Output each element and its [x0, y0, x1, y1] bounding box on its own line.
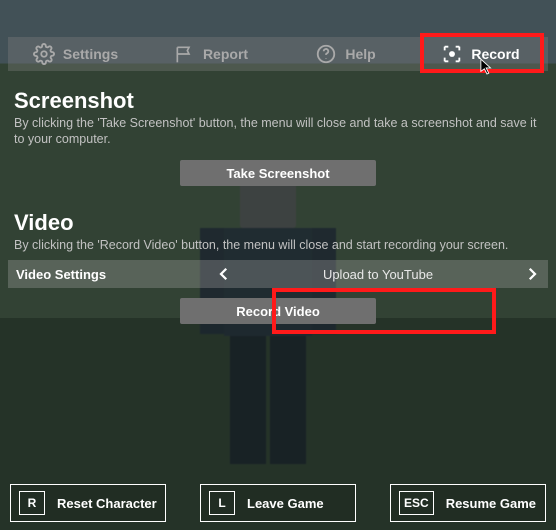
leave-game-button[interactable]: L Leave Game: [200, 484, 356, 522]
video-settings-row: Video Settings Upload to YouTube: [8, 260, 548, 288]
screenshot-title: Screenshot: [14, 88, 542, 114]
record-video-button[interactable]: Record Video: [180, 298, 376, 324]
tab-help[interactable]: Help: [278, 37, 413, 71]
leave-game-label: Leave Game: [247, 496, 324, 511]
video-settings-selector: Upload to YouTube: [208, 264, 548, 284]
video-title: Video: [14, 210, 542, 236]
tab-settings[interactable]: Settings: [8, 37, 143, 71]
take-screenshot-label: Take Screenshot: [226, 166, 329, 181]
reset-character-button[interactable]: R Reset Character: [10, 484, 166, 522]
tab-report-label: Report: [203, 46, 248, 62]
video-settings-next[interactable]: [522, 264, 542, 284]
resume-game-button[interactable]: ESC Resume Game: [390, 484, 546, 522]
take-screenshot-button[interactable]: Take Screenshot: [180, 160, 376, 186]
record-icon: [441, 43, 463, 65]
screenshot-description: By clicking the 'Take Screenshot' button…: [14, 116, 542, 147]
tab-help-label: Help: [345, 46, 375, 62]
video-settings-label: Video Settings: [8, 267, 208, 282]
gear-icon: [33, 43, 55, 65]
top-tab-bar: Settings Report Help: [8, 37, 548, 71]
tab-record-label: Record: [471, 46, 519, 62]
reset-character-label: Reset Character: [57, 496, 157, 511]
keycap-esc: ESC: [399, 491, 434, 515]
video-description: By clicking the 'Record Video' button, t…: [14, 238, 542, 254]
tab-settings-label: Settings: [63, 46, 118, 62]
bottom-button-bar: R Reset Character L Leave Game ESC Resum…: [10, 484, 546, 522]
record-video-label: Record Video: [236, 304, 320, 319]
section-screenshot: Screenshot By clicking the 'Take Screens…: [14, 88, 542, 147]
tab-report[interactable]: Report: [143, 37, 278, 71]
resume-game-label: Resume Game: [446, 496, 536, 511]
tab-record[interactable]: Record: [413, 37, 548, 71]
keycap-r: R: [19, 491, 45, 515]
keycap-l: L: [209, 491, 235, 515]
video-settings-prev[interactable]: [214, 264, 234, 284]
video-settings-value: Upload to YouTube: [234, 267, 522, 282]
help-icon: [315, 43, 337, 65]
flag-icon: [173, 43, 195, 65]
section-video: Video By clicking the 'Record Video' but…: [14, 210, 542, 254]
